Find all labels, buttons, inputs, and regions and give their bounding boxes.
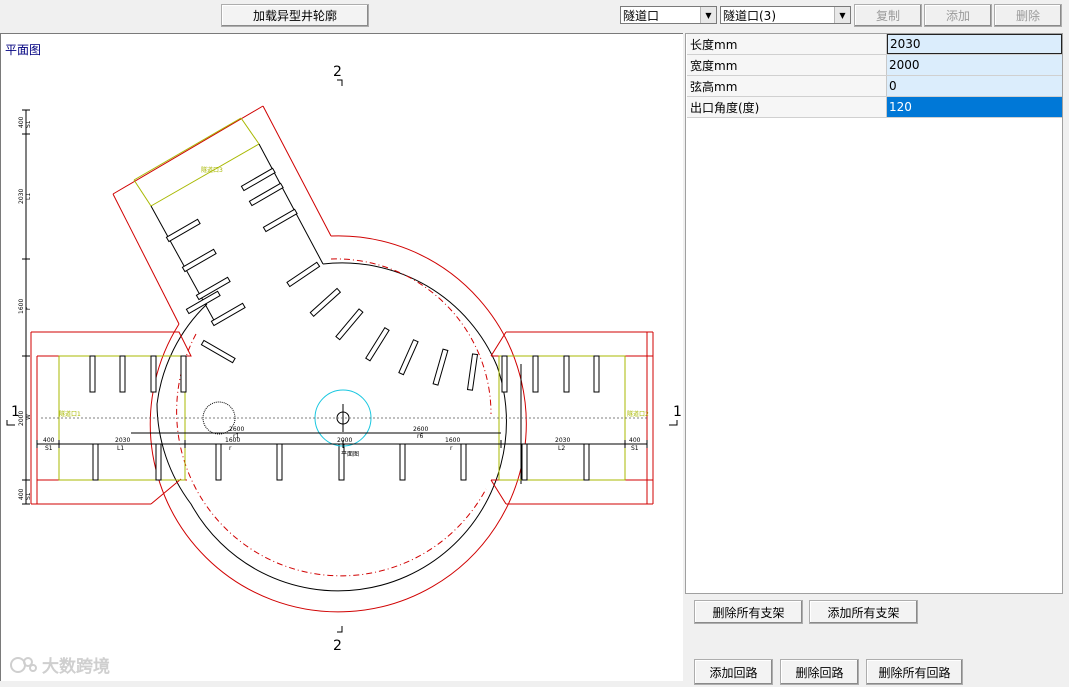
add-loop-button[interactable]: 添加回路 — [694, 659, 773, 685]
chevron-down-icon[interactable]: ▼ — [700, 7, 716, 23]
svg-text:1600: 1600 — [18, 299, 25, 314]
svg-text:2000: 2000 — [18, 411, 25, 426]
svg-text:2600: 2600 — [229, 426, 244, 433]
tunnel-type-select[interactable]: 隧道口 ▼ — [620, 6, 717, 24]
section-bottom-label: 2 — [333, 638, 342, 654]
property-value-input[interactable]: 0 — [887, 76, 1062, 96]
svg-text:平面图: 平面图 — [341, 451, 359, 458]
chevron-down-icon[interactable]: ▼ — [834, 7, 850, 23]
left-dimension-labels: 400 S1 2030 L1 1600 r 2000 W 400 S1 — [18, 116, 32, 500]
plan-drawing: 平面图 2 2 1 1 400 S1 2030 L1 1600 r 2000 W — [5, 43, 682, 654]
section-bottom-mark — [337, 626, 343, 633]
tunnel-instance-select[interactable]: 隧道口(3) ▼ — [720, 6, 851, 24]
watermark: 大数跨境 — [8, 652, 110, 677]
canvas-title: 平面图 — [5, 43, 41, 57]
property-value-input[interactable]: 2030 — [887, 34, 1062, 54]
section-top-label: 2 — [333, 64, 342, 80]
plan-view-canvas[interactable]: 平面图 2 2 1 1 400 S1 2030 L1 1600 r 2000 W — [0, 33, 683, 681]
property-value-input[interactable]: 120 — [887, 97, 1062, 117]
property-key: 宽度mm — [687, 55, 887, 75]
right-tunnel-label: 隧道口2 — [627, 410, 649, 418]
svg-text:400: 400 — [18, 488, 25, 500]
property-key: 长度mm — [687, 34, 887, 54]
left-tunnel-label: 隧道口1 — [59, 410, 81, 418]
tunnel-type-value: 隧道口 — [623, 8, 660, 23]
svg-text:L2: L2 — [558, 445, 565, 452]
property-row-length[interactable]: 长度mm 2030 — [687, 34, 1062, 55]
svg-text:2030: 2030 — [555, 437, 570, 444]
svg-text:400: 400 — [629, 437, 641, 444]
property-grid[interactable]: 长度mm 2030 宽度mm 2000 弦高mm 0 出口角度(度) 120 — [685, 33, 1063, 594]
svg-text:r: r — [229, 445, 232, 452]
delete-all-supports-button[interactable]: 删除所有支架 — [694, 600, 803, 624]
add-all-supports-button[interactable]: 添加所有支架 — [809, 600, 918, 624]
watermark-logo-icon — [10, 656, 37, 673]
svg-text:S1: S1 — [25, 120, 32, 128]
section-right-label: 1 — [673, 404, 682, 420]
delete-loop-button[interactable]: 删除回路 — [780, 659, 859, 685]
copy-button[interactable]: 复制 — [854, 4, 922, 27]
add-button[interactable]: 添加 — [924, 4, 992, 27]
delete-all-loops-button[interactable]: 删除所有回路 — [866, 659, 963, 685]
property-row-exit-angle[interactable]: 出口角度(度) 120 — [687, 97, 1062, 118]
top-tunnel-label: 隧道口3 — [201, 166, 223, 174]
load-shaft-outline-button[interactable]: 加载异型井轮廓 — [221, 4, 369, 27]
delete-button[interactable]: 删除 — [994, 4, 1062, 27]
svg-text:r1: r1 — [233, 433, 239, 440]
right-tunnel: 隧道口2 — [490, 331, 654, 505]
property-key: 出口角度(度) — [687, 97, 887, 117]
property-row-chord-height[interactable]: 弦高mm 0 — [687, 76, 1062, 97]
section-right-mark — [669, 420, 678, 426]
svg-text:2030: 2030 — [18, 189, 25, 204]
svg-text:400: 400 — [18, 116, 25, 128]
svg-text:r6: r6 — [417, 433, 423, 440]
property-key: 弦高mm — [687, 76, 887, 96]
property-row-width[interactable]: 宽度mm 2000 — [687, 55, 1062, 76]
top-tunnel: 隧道口3 — [112, 105, 332, 325]
svg-text:L1: L1 — [25, 193, 32, 200]
svg-text:2000: 2000 — [337, 437, 352, 444]
svg-text:2600: 2600 — [413, 426, 428, 433]
svg-text:2030: 2030 — [115, 437, 130, 444]
svg-text:400: 400 — [43, 437, 55, 444]
section-left-mark — [6, 420, 15, 426]
watermark-text: 大数跨境 — [42, 657, 110, 677]
bottom-dimension-labels: 400 S1 2030 L1 1600 r 2600 r1 2600 r6 16… — [43, 426, 641, 458]
property-value-input[interactable]: 2000 — [887, 55, 1062, 75]
svg-text:1600: 1600 — [445, 437, 460, 444]
svg-text:L1: L1 — [117, 445, 124, 452]
tunnel-instance-value: 隧道口(3) — [723, 8, 776, 23]
svg-text:S1: S1 — [631, 445, 639, 452]
svg-text:S1: S1 — [45, 445, 53, 452]
svg-text:r: r — [450, 445, 453, 452]
section-top-mark — [337, 79, 343, 86]
